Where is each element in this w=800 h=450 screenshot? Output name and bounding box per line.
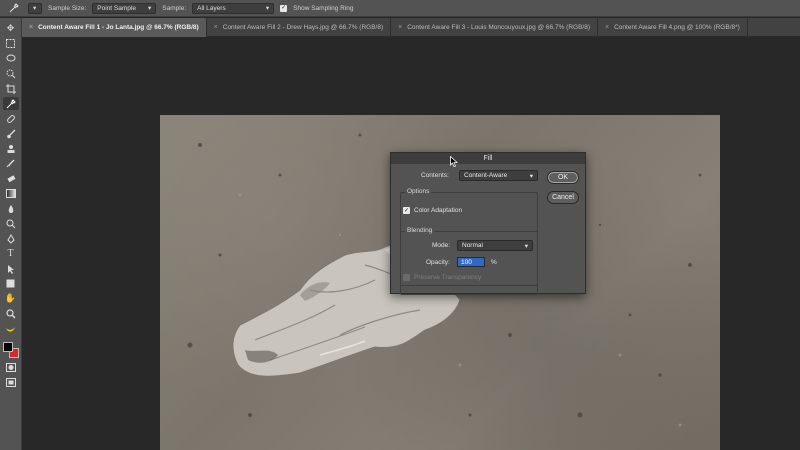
contents-value: Content-Aware bbox=[464, 172, 508, 179]
cancel-button[interactable]: Cancel bbox=[547, 191, 579, 204]
tools-panel: ✥ T ✋ bbox=[0, 18, 22, 450]
banana-icon[interactable] bbox=[3, 322, 19, 335]
opacity-label: Opacity: bbox=[426, 259, 450, 266]
chevron-down-icon: ▾ bbox=[524, 242, 528, 250]
close-icon[interactable]: × bbox=[214, 24, 218, 31]
screen-mode-icon[interactable] bbox=[3, 376, 19, 389]
eyedropper-icon[interactable] bbox=[6, 2, 22, 14]
type-icon[interactable]: T bbox=[3, 247, 19, 260]
tool-preset-dropdown[interactable]: ▾ bbox=[28, 2, 42, 14]
blur-icon[interactable] bbox=[3, 202, 19, 215]
close-icon[interactable]: × bbox=[29, 24, 33, 31]
preserve-transparency-label: Preserve Transparency bbox=[414, 274, 482, 281]
crop-icon[interactable] bbox=[3, 82, 19, 95]
sample-size-value: Point Sample bbox=[97, 4, 136, 12]
sample-size-label: Sample Size: bbox=[48, 4, 87, 12]
dodge-icon[interactable] bbox=[3, 217, 19, 230]
chevron-down-icon: ▾ bbox=[529, 172, 533, 180]
mode-dropdown[interactable]: Normal ▾ bbox=[457, 240, 533, 251]
tab-document-2[interactable]: × Content Aware Fill 2 - Drew Hays.jpg @… bbox=[207, 18, 392, 37]
eraser-icon[interactable] bbox=[3, 172, 19, 185]
options-bar: ▾ Sample Size: Point Sample ▾ Sample: Al… bbox=[0, 0, 800, 17]
document-tabs: × Content Aware Fill 1 - Jo Lanta.jpg @ … bbox=[22, 18, 800, 37]
tab-document-4[interactable]: × Content Aware Fill 4.png @ 100% (RGB/8… bbox=[598, 18, 748, 37]
marquee-icon[interactable] bbox=[3, 37, 19, 50]
sample-label: Sample: bbox=[162, 4, 187, 12]
zoom-icon[interactable] bbox=[3, 307, 19, 320]
opacity-unit: % bbox=[491, 258, 497, 266]
chevron-down-icon: ▾ bbox=[33, 5, 37, 12]
tab-label: Content Aware Fill 4.png @ 100% (RGB/8*) bbox=[614, 24, 740, 31]
close-icon[interactable]: × bbox=[605, 24, 609, 31]
hand-icon[interactable]: ✋ bbox=[3, 292, 19, 305]
color-adaptation-checkbox[interactable]: ✓ bbox=[403, 207, 410, 214]
close-icon[interactable]: × bbox=[398, 24, 402, 31]
tab-label: Content Aware Fill 2 - Drew Hays.jpg @ 6… bbox=[222, 24, 384, 31]
contents-dropdown[interactable]: Content-Aware ▾ bbox=[459, 170, 538, 181]
lasso-icon[interactable] bbox=[3, 52, 19, 65]
color-adaptation-label: Color Adaptation bbox=[414, 207, 463, 214]
show-sampling-ring-checkbox[interactable]: ✓ bbox=[280, 4, 288, 12]
healing-brush-icon[interactable] bbox=[3, 112, 19, 125]
tab-label: Content Aware Fill 3 - Louis Moncouyoux.… bbox=[407, 24, 591, 31]
mouse-cursor-icon bbox=[450, 156, 458, 167]
chevron-down-icon: ▾ bbox=[148, 5, 152, 12]
quick-selection-icon[interactable] bbox=[3, 67, 19, 80]
mode-label: Mode: bbox=[432, 242, 451, 249]
show-sampling-ring-label: Show Sampling Ring bbox=[293, 4, 354, 12]
sample-value: All Layers bbox=[197, 4, 226, 12]
options-group-title: Options bbox=[405, 188, 432, 195]
quick-mask-icon[interactable] bbox=[3, 361, 19, 374]
mode-value: Normal bbox=[462, 242, 483, 249]
rectangle-icon[interactable] bbox=[3, 277, 19, 290]
history-brush-icon[interactable] bbox=[3, 157, 19, 170]
pen-icon[interactable] bbox=[3, 232, 19, 245]
tab-label: Content Aware Fill 1 - Jo Lanta.jpg @ 66… bbox=[38, 24, 199, 31]
blending-group-title: Blending bbox=[405, 227, 435, 234]
preserve-transparency-checkbox[interactable] bbox=[403, 274, 410, 281]
foreground-color-swatch[interactable] bbox=[2, 342, 13, 352]
eyedropper-icon[interactable] bbox=[2, 97, 19, 110]
gradient-icon[interactable] bbox=[3, 187, 19, 200]
clone-stamp-icon[interactable] bbox=[3, 142, 19, 155]
chevron-down-icon: ▾ bbox=[265, 5, 270, 12]
path-selection-icon[interactable] bbox=[3, 262, 19, 275]
ok-button[interactable]: OK bbox=[547, 171, 579, 184]
tab-document-3[interactable]: × Content Aware Fill 3 - Louis Moncouyou… bbox=[391, 18, 599, 37]
brush-icon[interactable] bbox=[3, 127, 19, 140]
opacity-input[interactable]: 100 bbox=[457, 257, 485, 267]
tab-document-1[interactable]: × Content Aware Fill 1 - Jo Lanta.jpg @ … bbox=[22, 18, 207, 37]
sample-dropdown[interactable]: All Layers ▾ bbox=[192, 2, 275, 14]
fill-dialog: Fill Contents: Content-Aware ▾ OK Cancel… bbox=[390, 152, 586, 295]
contents-label: Contents: bbox=[421, 172, 449, 179]
move-icon[interactable]: ✥ bbox=[3, 22, 19, 35]
color-swatches[interactable] bbox=[2, 341, 20, 359]
sample-size-dropdown[interactable]: Point Sample ▾ bbox=[92, 2, 157, 14]
dialog-title: Fill bbox=[391, 153, 585, 164]
